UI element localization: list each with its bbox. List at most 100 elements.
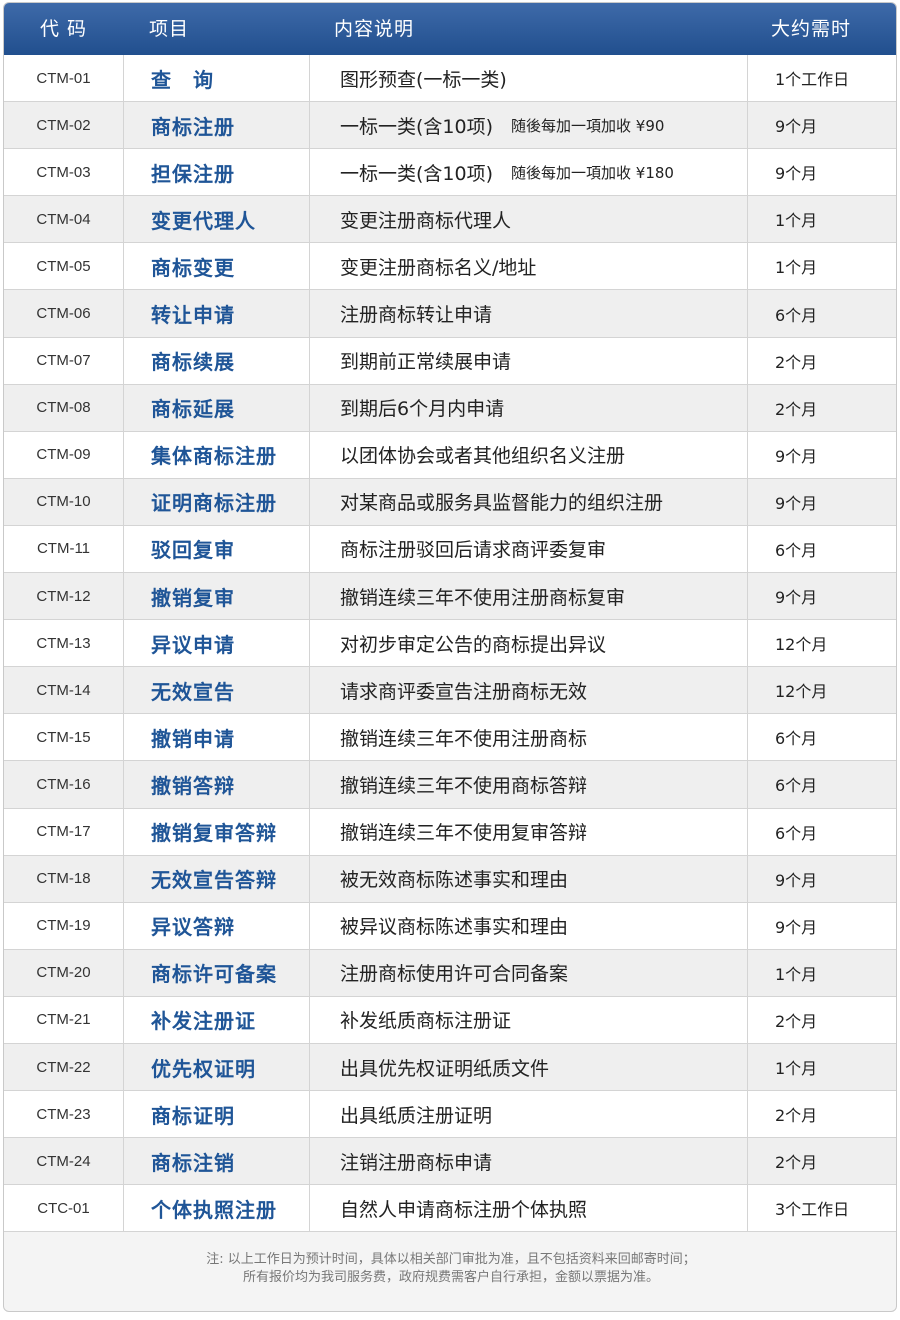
row-service-name: 无效宣告	[123, 667, 309, 714]
row-code: CTM-17	[36, 823, 91, 841]
row-description: 一标一类(含10项) 随後每加一項加收 ¥90	[309, 102, 748, 149]
row-description-text: 对某商品或服务具监督能力的组织注册	[340, 492, 664, 515]
table-row: CTM-09 集体商标注册 以团体协会或者其他组织名义注册 9个月	[4, 431, 896, 479]
row-code: CTM-23	[36, 1105, 91, 1123]
row-code: CTM-22	[36, 1058, 91, 1076]
table-row: CTM-14 无效宣告 请求商评委宣告注册商标无效 12个月	[4, 667, 896, 715]
row-description-text: 商标注册驳回后请求商评委复审	[340, 539, 607, 562]
row-duration: 9个月	[775, 117, 818, 137]
row-code: CTM-15	[36, 728, 91, 746]
row-code: CTM-13	[36, 634, 91, 652]
row-description: 注册商标转让申请	[309, 290, 748, 337]
table-row: CTM-03 担保注册 一标一类(含10项) 随後每加一項加收 ¥180 9个月	[4, 149, 896, 197]
row-duration: 9个月	[775, 164, 818, 184]
row-code: CTM-10	[36, 493, 91, 511]
table-row: CTM-21 补发注册证 补发纸质商标注册证 2个月	[4, 996, 896, 1044]
row-code: CTC-01	[37, 1199, 90, 1217]
row-description: 被异议商标陈述事实和理由	[309, 902, 748, 949]
row-service-name: 商标注册	[123, 102, 309, 149]
table-row: CTM-19 异议答辩 被异议商标陈述事实和理由 9个月	[4, 902, 896, 950]
header-desc: 内容说明	[334, 18, 415, 40]
row-duration: 3个工作日	[775, 1200, 850, 1220]
row-description-text: 出具纸质注册证明	[340, 1104, 493, 1127]
row-code: CTM-12	[36, 587, 91, 605]
table-body: CTM-01 查 询图形预查(一标一类) 1个工作日 CTM-02 商标注册 一标一类(含…	[4, 55, 896, 1233]
row-description-text: 撤销连续三年不使用注册商标	[340, 727, 588, 750]
row-description: 图形预查(一标一类)	[309, 55, 748, 102]
row-code: CTM-04	[36, 210, 91, 228]
row-description-text: 被异议商标陈述事实和理由	[340, 916, 569, 939]
row-extra-fee-note: 随後每加一項加收 ¥180	[511, 163, 674, 182]
row-code: CTM-09	[36, 446, 91, 464]
row-duration: 6个月	[775, 305, 818, 325]
row-description: 到期后6个月内申请	[309, 384, 748, 431]
row-description-text: 注册商标转让申请	[340, 304, 493, 327]
row-duration: 1个月	[775, 1059, 818, 1079]
row-description: 补发纸质商标注册证	[309, 996, 748, 1043]
row-description: 注册商标使用许可合同备案	[309, 949, 748, 996]
row-service-name: 商标续展	[123, 337, 309, 384]
row-duration: 2个月	[775, 352, 818, 372]
row-description: 以团体协会或者其他组织名义注册	[309, 431, 748, 478]
row-code: CTM-11	[36, 540, 91, 558]
row-service-name: 优先权证明	[123, 1043, 309, 1091]
row-extra-fee-note: 随後每加一項加收 ¥90	[511, 116, 665, 135]
table-row: CTM-10 证明商标注册 对某商品或服务具监督能力的组织注册 9个月	[4, 478, 896, 526]
table-row: CTM-02 商标注册 一标一类(含10项) 随後每加一項加收 ¥90 9个月	[4, 102, 896, 150]
row-code: CTM-14	[36, 681, 91, 699]
footnote: 注: 以上工作日为预计时间，具体以相关部门审批为准，且不包括资料来回邮寄时间； …	[4, 1233, 896, 1287]
table-row: CTM-08 商标延展 到期后6个月内申请 2个月	[4, 384, 896, 432]
row-duration: 6个月	[775, 729, 818, 749]
row-description: 撤销连续三年不使用注册商标	[309, 714, 748, 761]
row-description-text: 到期前正常续展申请	[340, 351, 512, 374]
table-row: CTM-22 优先权证明 出具优先权证明纸质文件 1个月	[4, 1043, 896, 1092]
row-code: CTM-16	[36, 775, 91, 793]
row-service-name: 查 询	[123, 55, 309, 102]
row-duration: 1个月	[775, 964, 818, 984]
row-code: CTM-05	[36, 257, 91, 275]
row-description-text: 一标一类(含10项)	[340, 115, 494, 138]
row-description-text: 变更注册商标名义/地址	[340, 256, 537, 279]
row-description: 撤销连续三年不使用商标答辩	[309, 761, 748, 808]
row-duration: 9个月	[775, 446, 818, 466]
table-row: CTM-01 查 询 图形预查(一标一类) 1个工作日	[4, 55, 896, 103]
table-row: CTC-01 个体执照注册 自然人申请商标注册个体执照 3个工作日	[4, 1185, 896, 1233]
row-description: 商标注册驳回后请求商评委复审	[309, 525, 748, 573]
row-description-text: 撤销连续三年不使用注册商标复审	[340, 586, 626, 609]
row-service-name: 商标许可备案	[123, 949, 309, 996]
row-duration: 9个月	[775, 493, 818, 513]
row-service-name: 个体执照注册	[123, 1185, 309, 1232]
table-header: 代 码 项目 内容说明 大约需时	[4, 3, 896, 55]
table-row: CTM-20 商标许可备案 注册商标使用许可合同备案 1个月	[4, 949, 896, 997]
row-description-text: 出具优先权证明纸质文件	[340, 1057, 550, 1080]
row-description-text: 一标一类(含10项)	[340, 162, 494, 185]
table-row: CTM-12 撤销复审 撤销连续三年不使用注册商标复审 9个月	[4, 573, 896, 621]
row-code: CTM-03	[36, 163, 91, 181]
row-description-text: 变更注册商标代理人	[340, 209, 512, 232]
row-duration: 1个工作日	[775, 70, 850, 90]
row-description-text: 补发纸质商标注册证	[340, 1010, 512, 1033]
row-description: 注销注册商标申请	[309, 1138, 748, 1185]
row-service-name: 商标变更	[123, 243, 309, 290]
header-time: 大约需时	[771, 18, 852, 40]
row-description-text: 被无效商标陈述事实和理由	[340, 869, 569, 892]
row-service-name: 撤销答辩	[123, 761, 309, 808]
row-code: CTM-06	[36, 305, 91, 323]
row-code: CTM-19	[36, 917, 91, 935]
row-code: CTM-08	[36, 399, 91, 417]
table-row: CTM-18 无效宣告答辩 被无效商标陈述事实和理由 9个月	[4, 855, 896, 903]
row-duration: 9个月	[775, 870, 818, 890]
row-service-name: 证明商标注册	[123, 478, 309, 525]
row-description-text: 注销注册商标申请	[340, 1151, 493, 1174]
footnote-line-2: 所有报价均为我司服务费，政府规费需客户自行承担，金额以票据为准。	[242, 1270, 659, 1285]
row-service-name: 撤销申请	[123, 714, 309, 761]
row-description-text: 自然人申请商标注册个体执照	[340, 1198, 588, 1221]
row-service-name: 撤销复审	[123, 573, 309, 620]
table-row: CTM-13 异议申请 对初步审定公告的商标提出异议 12个月	[4, 620, 896, 668]
row-description: 一标一类(含10项) 随後每加一項加收 ¥180	[309, 149, 748, 196]
row-duration: 6个月	[775, 540, 818, 560]
row-code: CTM-20	[36, 964, 91, 982]
row-service-name: 驳回复审	[123, 525, 309, 573]
row-duration: 12个月	[775, 682, 828, 702]
row-duration: 1个月	[775, 211, 818, 231]
